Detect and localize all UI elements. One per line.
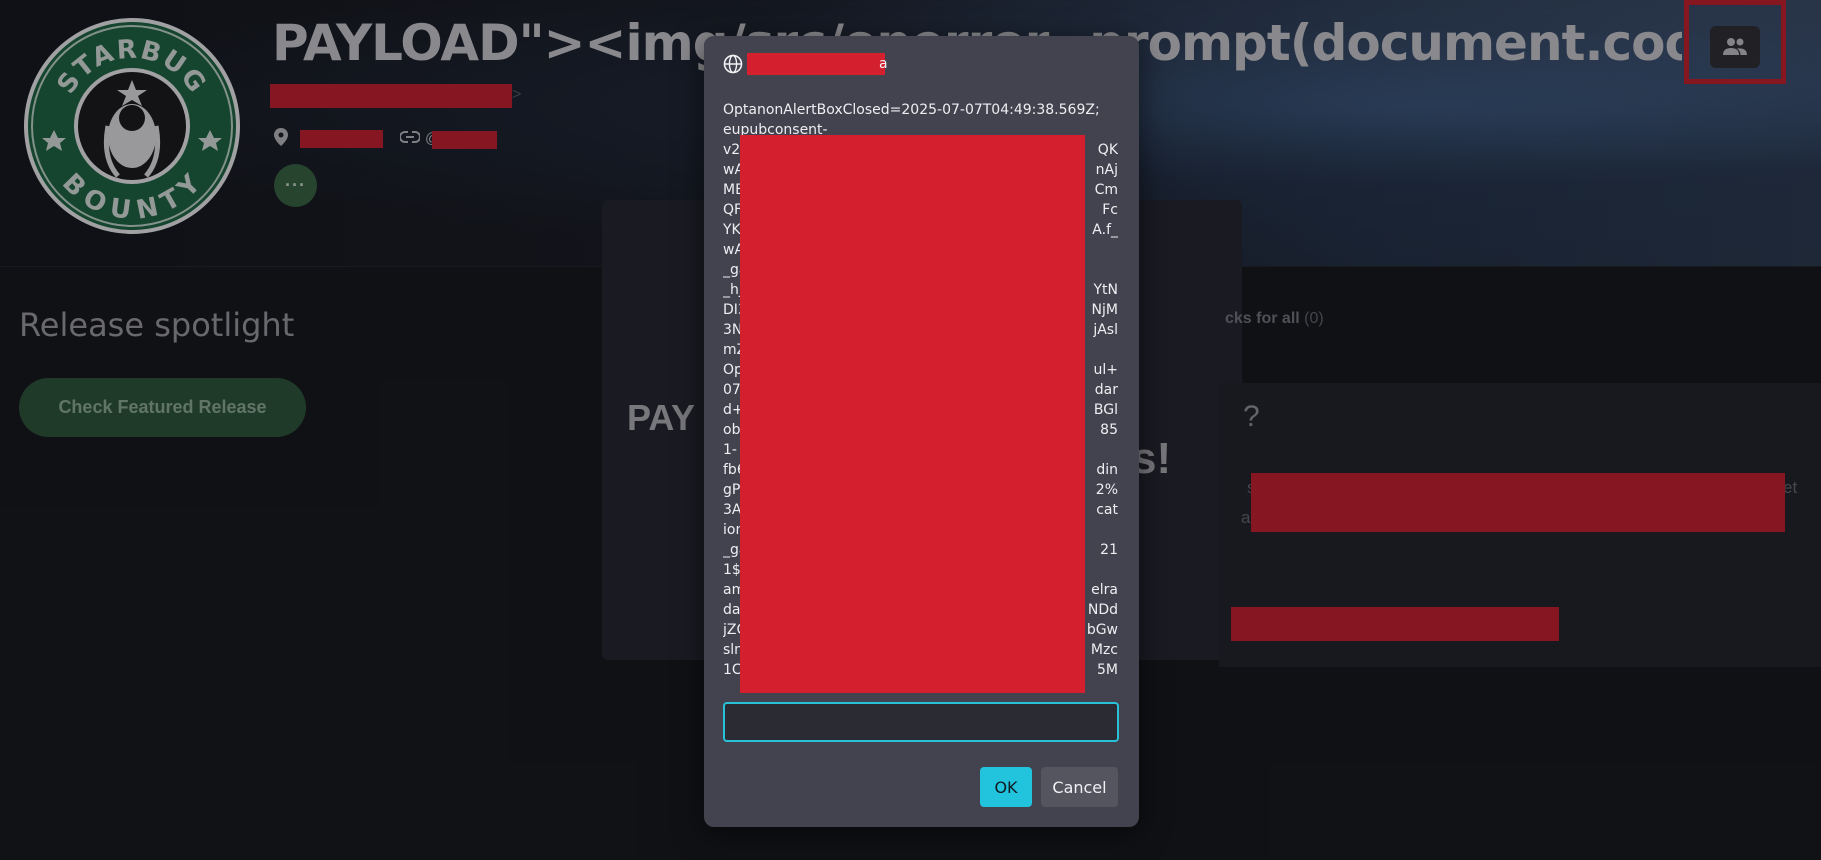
message-fragment-right: NDd [1087,602,1118,618]
message-fragment-left: 1C [723,662,742,678]
message-fragment-right: YtN [1093,282,1118,298]
prompt-dialog: a OptanonAlertBoxClosed=2025-07-07T04:49… [704,36,1139,827]
dialog-origin: a [723,53,888,75]
message-fragment-right: elra [1091,582,1118,598]
message-fragment-right: 21 [1100,542,1118,558]
message-fragment-right: BGl [1093,402,1118,418]
message-fragment-right: bGw [1086,622,1118,638]
message-fragment-right: 2% [1095,482,1118,498]
message-fragment-left: 1- [723,442,737,458]
message-fragment-left: 1$ [723,562,741,578]
redacted-origin [747,53,885,75]
message-line-text: OptanonAlertBoxClosed=2025-07-07T04:49:3… [723,102,1100,118]
message-fragment-right: ul+ [1093,362,1119,378]
message-fragment-right: Cm [1094,182,1118,198]
redacted-cookie-value [740,135,1085,693]
message-fragment-left: ob [723,422,741,438]
message-fragment-right: nAj [1095,162,1118,178]
prompt-input[interactable] [723,702,1119,742]
message-fragment-right: dar [1094,382,1118,398]
globe-icon [723,54,743,74]
message-fragment-right: 85 [1100,422,1118,438]
message-fragment-left: YK [723,222,741,238]
message-fragment-left: v2 [723,142,741,158]
ok-button[interactable]: OK [980,767,1032,807]
message-fragment-right: A.f_ [1092,222,1118,238]
message-line: OptanonAlertBoxClosed=2025-07-07T04:49:3… [723,100,1118,120]
message-fragment-right: jAsl [1093,322,1118,338]
message-fragment-left: 07 [723,382,741,398]
origin-suffix: a [879,56,888,72]
message-fragment-right: Mzc [1090,642,1118,658]
message-fragment-right: Fc [1102,202,1118,218]
message-fragment-right: QK [1097,142,1118,158]
message-fragment-right: din [1096,462,1118,478]
message-fragment-left: da [723,602,741,618]
message-fragment-left: 3A [723,502,742,518]
message-fragment-right: NjM [1091,302,1118,318]
cancel-button[interactable]: Cancel [1041,767,1118,807]
message-fragment-left: gP [723,482,741,498]
message-fragment-right: cat [1096,502,1118,518]
message-fragment-right: 5M [1097,662,1118,678]
